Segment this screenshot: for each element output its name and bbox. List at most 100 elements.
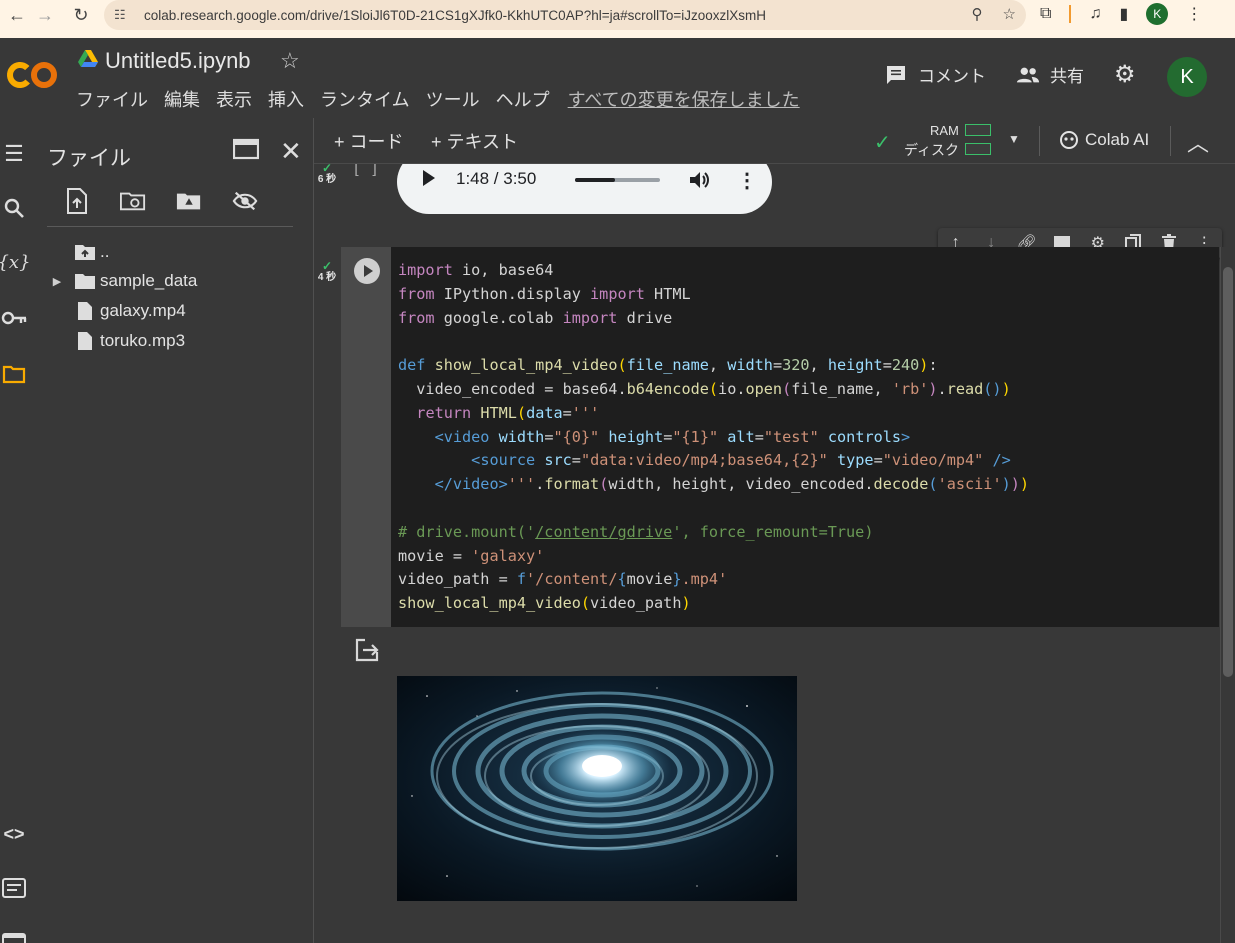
- browser-bar: ← → ↻ ☷ colab.research.google.com/drive/…: [0, 0, 1235, 38]
- secrets-key-icon[interactable]: [0, 306, 28, 330]
- browser-menu-icon[interactable]: ⋮: [1186, 4, 1202, 24]
- scrollbar-thumb[interactable]: [1223, 267, 1233, 677]
- code-line: <source src="data:video/mp4;base64,{2}" …: [471, 451, 1011, 470]
- people-icon: [1016, 67, 1040, 82]
- code-cell-exec-status: ✓ 4 秒: [314, 260, 340, 284]
- command-palette-icon[interactable]: [0, 876, 28, 900]
- menu-bar: ファイル 編集 表示 挿入 ランタイム ツール ヘルプ すべての変更を保存しまし…: [76, 86, 816, 112]
- code-line: # drive.mount('/content/gdrive', force_r…: [398, 522, 874, 541]
- search-icon[interactable]: [0, 196, 28, 220]
- tree-item-parent[interactable]: ..: [44, 238, 109, 266]
- left-rail: ☰ {x} <>: [0, 118, 44, 943]
- prev-cell-exec-status: ✓ 6 秒: [314, 164, 340, 186]
- file-icon: [70, 331, 100, 351]
- audio-player: 1:48 / 3:50 ⋮: [397, 164, 772, 214]
- notebook-title[interactable]: Untitled5.ipynb: [105, 48, 251, 74]
- comment-button[interactable]: コメント: [884, 62, 986, 87]
- code-line: video_encoded = base64.b64encode(io.open…: [398, 379, 1011, 398]
- tree-item-label: galaxy.mp4: [100, 301, 186, 320]
- menu-tools[interactable]: ツール: [426, 86, 480, 112]
- volume-icon[interactable]: [687, 168, 711, 192]
- disk-meter: [965, 143, 991, 155]
- divider: [1170, 126, 1171, 156]
- extensions-icon[interactable]: ⧉: [1040, 5, 1051, 23]
- run-cell-button[interactable]: [354, 258, 380, 284]
- file-panel-tools: [64, 188, 258, 214]
- parent-folder-icon: [70, 243, 100, 261]
- ram-label: RAM: [930, 123, 959, 138]
- notebook-scrollbar[interactable]: [1220, 247, 1235, 943]
- galaxy-video-output[interactable]: [397, 676, 797, 901]
- audio-seek-bar[interactable]: [575, 178, 660, 182]
- add-text-button[interactable]: + テキスト: [431, 128, 518, 154]
- code-line: movie = 'galaxy': [398, 546, 545, 565]
- variables-icon[interactable]: {x}: [0, 250, 31, 274]
- exec-time: 4 秒: [317, 272, 337, 283]
- share-button[interactable]: 共有: [1016, 62, 1084, 87]
- forward-icon[interactable]: →: [28, 0, 62, 30]
- menu-view[interactable]: 表示: [216, 86, 252, 112]
- save-status-link[interactable]: すべての変更を保存しました: [568, 86, 800, 112]
- upload-file-icon[interactable]: [64, 188, 90, 214]
- notebook-toolbar: + コード + テキスト ✓ RAM ディスク ▼ Colab AI ︿: [314, 118, 1235, 164]
- bookmark-star-icon[interactable]: ☆: [1003, 5, 1016, 23]
- disk-label: ディスク: [904, 142, 960, 158]
- site-settings-icon[interactable]: ☷: [114, 7, 136, 23]
- terminal-icon[interactable]: [0, 928, 28, 943]
- audio-time: 1:48 / 3:50: [456, 169, 537, 188]
- folder-icon[interactable]: [0, 362, 28, 386]
- runtime-dropdown-icon[interactable]: ▼: [1008, 132, 1020, 146]
- mount-drive-icon[interactable]: [176, 188, 202, 214]
- more-options-icon[interactable]: ⋮: [737, 168, 757, 193]
- comment-label: コメント: [918, 67, 986, 86]
- address-bar[interactable]: ☷ colab.research.google.com/drive/1SloiJ…: [104, 0, 1026, 30]
- comment-icon: [887, 65, 905, 84]
- cell-gutter: [341, 247, 391, 627]
- close-icon[interactable]: ✕: [280, 136, 302, 167]
- tree-item-sample-data[interactable]: ▶ sample_data: [44, 267, 198, 295]
- table-of-contents-icon[interactable]: ☰: [0, 141, 28, 166]
- user-avatar[interactable]: K: [1167, 57, 1207, 97]
- menu-runtime[interactable]: ランタイム: [320, 86, 410, 112]
- tree-item-galaxy-mp4[interactable]: galaxy.mp4: [44, 297, 186, 325]
- code-line: show_local_mp4_video(video_path): [398, 594, 691, 613]
- code-line: <video width="{0}" height="{1}" alt="tes…: [434, 427, 911, 446]
- menu-edit[interactable]: 編集: [164, 86, 200, 112]
- menu-help[interactable]: ヘルプ: [496, 86, 550, 112]
- code-line: from google.colab import drive: [398, 308, 673, 327]
- divider: [1039, 126, 1040, 156]
- menu-insert[interactable]: 挿入: [268, 86, 304, 112]
- media-control-icon[interactable]: ♫: [1089, 5, 1101, 23]
- add-code-button[interactable]: + コード: [334, 128, 404, 154]
- collapse-header-icon[interactable]: ︿: [1187, 126, 1209, 158]
- settings-gear-icon[interactable]: ⚙: [1114, 60, 1136, 89]
- zoom-icon[interactable]: ⚲: [972, 5, 983, 23]
- hide-hidden-files-icon[interactable]: [232, 188, 258, 214]
- code-line: import io, base64: [398, 261, 554, 279]
- google-drive-icon[interactable]: [78, 50, 98, 68]
- code-editor[interactable]: import io, base64 from IPython.display i…: [391, 247, 1219, 627]
- side-panel-icon[interactable]: ▮: [1119, 4, 1128, 24]
- refresh-folder-icon[interactable]: [120, 188, 146, 214]
- star-icon[interactable]: ☆: [280, 48, 300, 74]
- code-line: return HTML(data=''': [416, 403, 600, 422]
- colab-ai-button[interactable]: Colab AI: [1059, 130, 1149, 150]
- colab-logo[interactable]: [6, 60, 58, 90]
- tree-item-label: ..: [100, 242, 110, 261]
- folder-icon: [70, 272, 100, 290]
- cell-exec-count: [ ]: [352, 164, 380, 178]
- file-panel-title: ファイル: [47, 147, 131, 170]
- tree-item-label: toruko.mp3: [100, 331, 186, 350]
- reload-icon[interactable]: ↻: [64, 0, 98, 30]
- tree-item-toruko-mp3[interactable]: toruko.mp3: [44, 327, 185, 355]
- menu-file[interactable]: ファイル: [76, 86, 148, 112]
- code-snippets-icon[interactable]: <>: [0, 822, 28, 846]
- browser-profile-avatar[interactable]: K: [1146, 3, 1169, 25]
- output-actions-icon[interactable]: [354, 637, 380, 663]
- expand-arrow-icon[interactable]: ▶: [44, 275, 70, 288]
- play-icon[interactable]: [423, 170, 435, 186]
- code-line: from IPython.display import HTML: [398, 284, 691, 303]
- open-in-tab-icon[interactable]: [233, 138, 259, 160]
